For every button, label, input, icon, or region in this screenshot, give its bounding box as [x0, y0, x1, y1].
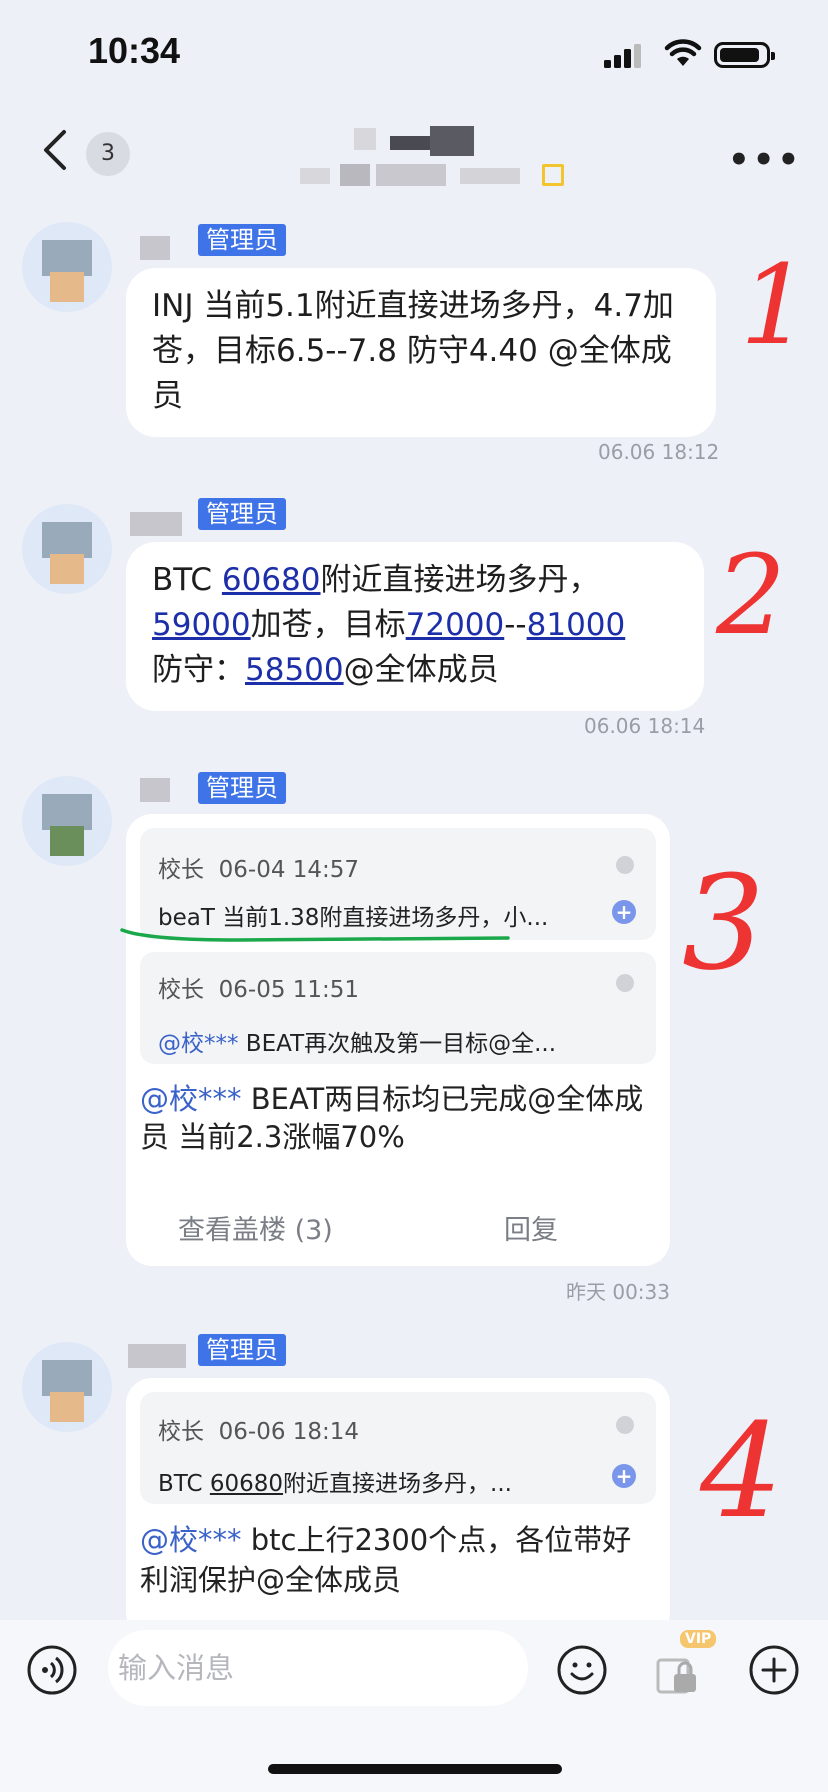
expand-plus-icon[interactable]: +: [612, 1464, 636, 1488]
mention[interactable]: @校***: [158, 1031, 239, 1057]
annotation-number: 2: [716, 531, 786, 659]
home-indicator: [268, 1764, 562, 1774]
price-link[interactable]: 60680: [222, 562, 321, 598]
price-link[interactable]: 81000: [527, 607, 626, 643]
green-underline-annotation: [120, 928, 510, 942]
price-link[interactable]: 60680: [210, 1471, 283, 1497]
more-options-icon[interactable]: •••: [728, 140, 802, 180]
voice-icon[interactable]: [26, 1644, 78, 1696]
price-link[interactable]: 59000: [152, 607, 251, 643]
avatar[interactable]: [22, 504, 112, 594]
back-icon[interactable]: [40, 128, 70, 172]
mention[interactable]: @校***: [140, 1082, 242, 1116]
quote-author: 校长: [158, 857, 204, 883]
group-title-blurred[interactable]: [280, 118, 564, 198]
annotation-number: 1: [740, 241, 810, 369]
sender-name-blurred: [130, 512, 182, 536]
message-text: @校*** btc上行2300个点，各位带好 利润保护@全体成员: [140, 1523, 632, 1597]
sender-name-blurred: [140, 778, 170, 802]
wifi-icon: [664, 39, 702, 66]
admin-badge: 管理员: [198, 224, 286, 256]
sender-name-blurred: [140, 236, 170, 260]
avatar[interactable]: [22, 1342, 112, 1432]
emoji-icon[interactable]: [556, 1644, 608, 1696]
quote-author: 校长: [158, 977, 204, 1003]
admin-badge: 管理员: [198, 1334, 286, 1366]
lock-icon[interactable]: [654, 1648, 710, 1696]
message-card[interactable]: 校长 06-04 14:57 beaT 当前1.38附直接进场多丹，小... +…: [126, 814, 670, 1266]
expand-plus-icon[interactable]: +: [612, 900, 636, 924]
quote-text: @校*** BEAT再次触及第一目标@全...: [158, 1031, 557, 1057]
quote-time: 06-05 11:51: [218, 977, 360, 1003]
message-text: INJ 当前5.1附近直接进场多丹，4.7加苍，目标6.5--7.8 防守4.4…: [152, 288, 674, 414]
plus-icon[interactable]: [748, 1644, 800, 1696]
comment-icon: [616, 974, 634, 992]
view-floor-button[interactable]: 查看盖楼 (3): [178, 1208, 333, 1253]
message-text: @校*** BEAT两目标均已完成@全体成 员 当前2.3涨幅70%: [140, 1082, 644, 1154]
quoted-message[interactable]: 校长 06-06 18:14 BTC 60680附近直接进场多丹，... +: [140, 1392, 656, 1504]
message-input[interactable]: 输入消息: [108, 1630, 528, 1706]
annotation-number: 3: [682, 847, 765, 999]
admin-badge: 管理员: [198, 498, 286, 530]
signal-icon: [604, 44, 641, 68]
message-timestamp: 昨天 00:33: [566, 1280, 670, 1304]
mention[interactable]: @校***: [140, 1523, 242, 1557]
avatar[interactable]: [22, 776, 112, 866]
message-bubble[interactable]: BTC 60680附近直接进场多丹， 59000加苍，目标72000--8100…: [126, 542, 704, 711]
admin-badge: 管理员: [198, 772, 286, 804]
battery-icon: [714, 42, 775, 68]
message-line: 防守：58500@全体成员: [152, 652, 499, 688]
avatar[interactable]: [22, 222, 112, 312]
comment-icon: [616, 856, 634, 874]
vip-badge: VIP: [680, 1630, 717, 1648]
comment-icon: [616, 1416, 634, 1434]
message-bubble[interactable]: INJ 当前5.1附近直接进场多丹，4.7加苍，目标6.5--7.8 防守4.4…: [126, 268, 716, 437]
sender-name-blurred: [128, 1344, 186, 1368]
message-card[interactable]: 校长 06-06 18:14 BTC 60680附近直接进场多丹，... + @…: [126, 1378, 670, 1638]
quote-author: 校长: [158, 1419, 204, 1445]
reply-button[interactable]: 回复: [504, 1208, 558, 1253]
quote-time: 06-04 14:57: [218, 857, 360, 883]
message-timestamp: 06.06 18:12: [598, 440, 720, 464]
price-link[interactable]: 58500: [245, 652, 344, 688]
status-time: 10:34: [88, 30, 181, 71]
message-line: 59000加苍，目标72000--81000: [152, 607, 626, 643]
message-line: BTC 60680附近直接进场多丹，: [152, 562, 600, 598]
quote-time: 06-06 18:14: [218, 1419, 360, 1445]
quote-text: BTC 60680附近直接进场多丹，...: [158, 1471, 512, 1497]
unread-count-badge[interactable]: 3: [86, 132, 130, 176]
annotation-number: 4: [700, 1395, 783, 1547]
quoted-message[interactable]: 校长 06-05 11:51 @校*** BEAT再次触及第一目标@全...: [140, 952, 656, 1064]
message-timestamp: 06.06 18:14: [584, 714, 706, 738]
price-link[interactable]: 72000: [406, 607, 505, 643]
